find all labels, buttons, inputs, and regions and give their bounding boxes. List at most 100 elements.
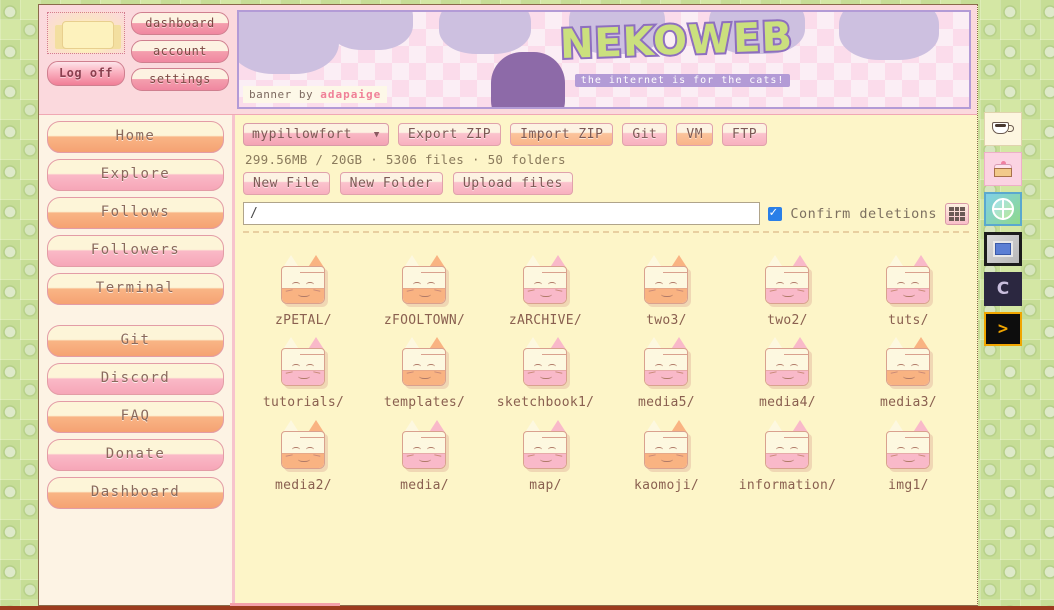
storage-stats: 299.56MB / 20GB · 5306 files · 50 folder… (245, 152, 566, 167)
file-name-label: two2/ (767, 313, 808, 328)
file-name-label: kaomoji/ (633, 477, 699, 493)
sidebar-item-home[interactable]: Home (47, 121, 224, 153)
cat-folder-icon (398, 255, 452, 307)
site-banner: NEKOWEB the internet is for the cats! ba… (237, 10, 971, 109)
export-zip-button[interactable]: Export ZIP (397, 123, 502, 146)
file-name-label: map/ (529, 477, 562, 493)
file-grid-item[interactable]: tutorials/ (243, 335, 364, 413)
new-folder-button[interactable]: New Folder (339, 172, 443, 195)
chevron-down-icon: ▼ (373, 129, 380, 140)
file-name-label: templates/ (383, 395, 466, 411)
file-name-label: zPETAL/ (275, 313, 332, 328)
file-name-label: media2/ (275, 477, 332, 493)
sidebar-item-discord[interactable]: Discord (47, 363, 224, 395)
confirm-deletions-checkbox[interactable] (768, 205, 783, 221)
banner-credit: banner by adapaige (243, 86, 388, 103)
file-name-label: two3/ (646, 313, 687, 328)
banner-credit-author: adapaige (320, 88, 382, 101)
file-grid-item[interactable]: media4/ (727, 335, 848, 413)
sidebar-item-git[interactable]: Git (47, 325, 224, 357)
path-input[interactable] (243, 202, 761, 225)
file-grid-item[interactable]: sketchbook1/ (485, 335, 606, 413)
file-grid-item[interactable]: two2/ (727, 253, 848, 331)
sidebar-item-explore[interactable]: Explore (47, 159, 224, 191)
banner-cat-blob (239, 12, 339, 74)
upload-files-button[interactable]: Upload files (452, 172, 573, 195)
file-grid-item[interactable]: zPETAL/ (243, 253, 364, 331)
grid-view-toggle[interactable] (945, 202, 969, 225)
file-name-label: img1/ (888, 477, 929, 493)
nekoweb-logo: NEKOWEB (557, 12, 795, 70)
banner-credit-prefix: banner by (249, 88, 314, 101)
terminal-prompt-icon[interactable]: > (984, 312, 1022, 346)
cat-folder-icon (640, 255, 694, 307)
globe-icon[interactable] (984, 192, 1022, 226)
horizontal-scrollbar[interactable] (230, 603, 340, 606)
terminal-prompt-glyph: > (997, 319, 1009, 339)
letter-c-icon[interactable]: C (984, 272, 1022, 306)
vm-button[interactable]: VM (676, 123, 714, 146)
site-select[interactable]: mypillowfort ▼ (243, 123, 389, 146)
path-row: Confirm deletions (243, 202, 969, 225)
cat-folder-icon (277, 255, 331, 307)
main-sidebar: Home Explore Follows Followers Terminal … (39, 115, 235, 605)
file-name-label: media/ (400, 477, 449, 493)
banner-main-cat (491, 52, 565, 107)
window-icon[interactable] (984, 232, 1022, 266)
file-grid-item[interactable]: media/ (364, 418, 485, 496)
cake-slice-icon[interactable] (984, 152, 1022, 186)
file-grid-item[interactable]: zARCHIVE/ (485, 253, 606, 331)
file-grid-item[interactable]: media3/ (848, 335, 969, 413)
right-dock: C > (984, 112, 1024, 346)
confirm-deletions-label: Confirm deletions (790, 205, 937, 222)
sidebar-item-faq[interactable]: FAQ (47, 401, 224, 433)
banner-tagline: the internet is for the cats! (574, 74, 791, 87)
sidebar-item-follows[interactable]: Follows (47, 197, 224, 229)
git-button[interactable]: Git (622, 123, 668, 146)
file-name-label: sketchbook1/ (496, 395, 595, 411)
user-avatar[interactable] (47, 12, 125, 54)
cat-folder-icon (519, 419, 573, 472)
new-file-button[interactable]: New File (243, 172, 330, 195)
sidebar-item-donate[interactable]: Donate (47, 439, 224, 471)
import-zip-button[interactable]: Import ZIP (510, 123, 614, 146)
cat-folder-icon (761, 337, 815, 389)
file-name-label: information/ (738, 477, 837, 493)
file-grid-item[interactable]: img1/ (848, 418, 969, 496)
cat-folder-icon (761, 419, 815, 472)
account-nav-account[interactable]: account (131, 40, 229, 63)
log-off-button[interactable]: Log off (47, 61, 125, 86)
file-grid-item[interactable]: media5/ (606, 335, 727, 413)
site-select-value: mypillowfort (252, 127, 352, 142)
file-grid-item[interactable]: information/ (727, 418, 848, 496)
file-name-label: media3/ (880, 395, 937, 411)
sidebar-item-terminal[interactable]: Terminal (47, 273, 224, 305)
sidebar-item-followers[interactable]: Followers (47, 235, 224, 267)
cat-folder-icon (398, 419, 452, 472)
account-nav-settings[interactable]: settings (131, 68, 229, 91)
file-grid-item[interactable]: tuts/ (848, 253, 969, 331)
ftp-button[interactable]: FTP (722, 123, 768, 146)
file-manager: mypillowfort ▼ Export ZIP Import ZIP Git… (235, 115, 977, 605)
cat-folder-icon (882, 419, 936, 472)
file-name-label: tutorials/ (262, 395, 345, 411)
file-name-label: zARCHIVE/ (508, 313, 583, 328)
body-columns: Home Explore Follows Followers Terminal … (39, 115, 977, 605)
file-name-label: tuts/ (888, 313, 929, 328)
cat-folder-icon (398, 337, 452, 389)
file-grid-item[interactable]: kaomoji/ (606, 418, 727, 496)
account-nav-dashboard[interactable]: dashboard (131, 12, 229, 35)
cat-folder-icon (882, 337, 936, 389)
file-grid-item[interactable]: templates/ (364, 335, 485, 413)
file-grid-item[interactable]: media2/ (243, 418, 364, 496)
file-manager-toolbar: mypillowfort ▼ Export ZIP Import ZIP Git… (243, 123, 969, 146)
file-grid: zPETAL/zFOOLTOWN/zARCHIVE/two3/two2/tuts… (243, 237, 969, 605)
cat-folder-icon (277, 419, 331, 472)
file-grid-item[interactable]: two3/ (606, 253, 727, 331)
create-toolbar: New File New Folder Upload files (243, 172, 969, 195)
sidebar-item-dashboard[interactable]: Dashboard (47, 477, 224, 509)
coffee-cup-icon[interactable] (984, 112, 1022, 146)
file-grid-item[interactable]: zFOOLTOWN/ (364, 253, 485, 331)
file-name-label: media5/ (638, 395, 695, 411)
file-grid-item[interactable]: map/ (485, 418, 606, 496)
